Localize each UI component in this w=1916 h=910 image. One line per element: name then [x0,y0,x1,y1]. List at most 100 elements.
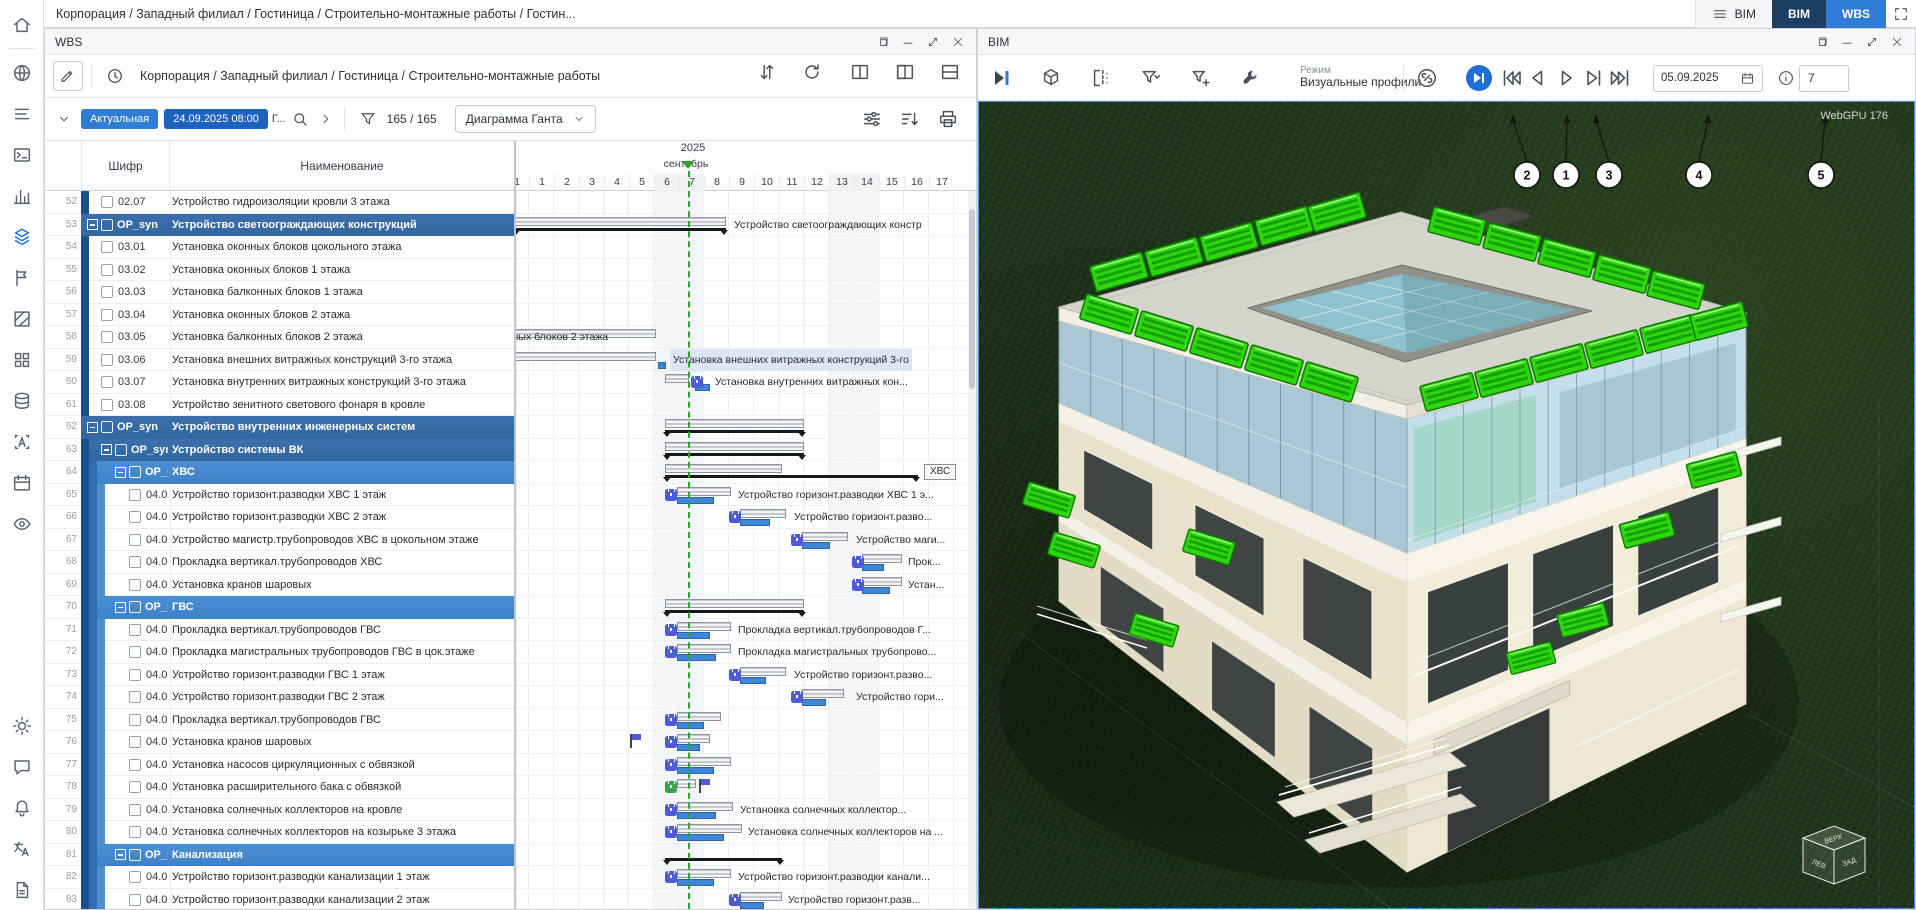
wbs-task-row[interactable]: 7704.0Установка насосов циркуляционных с… [45,754,514,777]
days-count-field[interactable]: 7 [1799,55,1849,101]
timestamp-badge[interactable]: 24.09.2025 08:00 [164,109,268,129]
gantt-summary-bar[interactable] [665,430,804,433]
row-checkbox[interactable] [129,894,141,906]
sidebar-item-hatch[interactable] [5,302,39,336]
play-button[interactable] [1554,55,1578,101]
gantt-baseline-bar[interactable] [677,757,731,766]
gantt-progress-bar[interactable] [677,879,714,886]
collapse-toggle[interactable] [115,602,126,613]
gantt-baseline-bar[interactable] [677,869,731,878]
row-checkbox[interactable] [129,646,141,658]
wbs-task-row[interactable]: 5603.03Установка балконных блоков 1 этаж… [45,281,514,304]
collapse-toggle[interactable] [87,219,98,230]
wbs-group-row[interactable]: 81ОР_synКанализация [45,844,514,867]
gantt-baseline-bar[interactable] [802,532,848,541]
row-checkbox[interactable] [101,376,113,388]
row-checkbox[interactable] [129,826,141,838]
gantt-baseline-bar[interactable] [677,779,696,788]
tools-button[interactable] [1236,63,1266,93]
gantt-baseline-bar[interactable] [862,554,902,563]
gantt-baseline-bar[interactable] [740,892,782,901]
wbs-task-row[interactable]: 6103.08Устройство зенитного светового фо… [45,394,514,417]
collapse-toggle[interactable] [87,422,98,433]
row-checkbox[interactable] [101,241,113,253]
row-checkbox[interactable] [129,489,141,501]
gantt-summary-bar[interactable] [665,858,782,861]
gantt-baseline-bar[interactable] [665,419,804,428]
version-badge[interactable]: Актуальная [81,109,158,129]
row-checkbox[interactable] [129,736,141,748]
row-checkbox[interactable] [101,196,113,208]
gantt-baseline-bar[interactable] [677,802,733,811]
sidebar-item-texta[interactable] [5,425,39,459]
tab-wbs[interactable]: WBS [1826,0,1886,28]
expand-right-button[interactable] [316,104,336,134]
row-checkbox[interactable] [129,579,141,591]
row-checkbox[interactable] [129,691,141,703]
sidebar-item-calendar[interactable] [5,466,39,500]
row-checkbox[interactable] [101,399,113,411]
column-header-code[interactable]: Шифр [81,141,170,191]
tab-bim[interactable]: BIM [1772,0,1826,28]
sidebar-item-eye[interactable] [5,507,39,541]
wbs-task-row[interactable]: 7504.0Прокладка вертикал.трубопроводов Г… [45,709,514,732]
wbs-task-row[interactable]: 7204.0Прокладка магистральных трубопрово… [45,641,514,664]
model-button[interactable] [1036,63,1066,93]
gantt-progress-bar[interactable] [862,564,884,571]
gantt-summary-bar[interactable] [665,453,804,456]
sidebar-item-layers[interactable] [5,220,39,254]
wbs-task-row[interactable]: 7404.0Устройство горизонт.разводки ГВС 2… [45,686,514,709]
refresh-button[interactable] [801,61,823,83]
wbs-task-row[interactable]: 7604.0Установка кранов шаровых [45,731,514,754]
bim-maximize-button[interactable] [1864,34,1880,50]
row-checkbox[interactable] [101,309,113,321]
gantt-baseline-bar[interactable] [514,217,726,226]
section-box-button[interactable] [1086,63,1116,93]
step-forward-button[interactable] [1581,55,1605,101]
wbs-task-row[interactable]: 8204.0Устройство горизонт.разводки канал… [45,866,514,889]
row-checkbox[interactable] [101,354,113,366]
fullscreen-button[interactable] [1886,0,1916,28]
wbs-task-row[interactable]: 6904.0Установка кранов шаровых [45,574,514,597]
collapse-toggle[interactable] [115,849,126,860]
wbs-task-row[interactable]: 6704.0Устройство магистр.трубопроводов Х… [45,529,514,552]
gantt-baseline-bar[interactable] [677,644,731,653]
version-expand-button[interactable] [53,104,75,134]
wbs-task-row[interactable]: 5202.07Устройство гидроизоляции кровли 3… [45,191,514,214]
edit-button[interactable] [53,61,83,91]
gantt-summary-bar[interactable] [665,610,804,613]
row-checkbox[interactable] [129,534,141,546]
gantt-baseline-bar[interactable] [740,509,786,518]
gantt-summary-bar[interactable] [665,475,918,478]
gantt-area[interactable]: 2025 сентябрь 11234567891011121314151617… [514,141,976,909]
wbs-group-row[interactable]: 70ОР_synГВС [45,596,514,619]
wbs-task-row[interactable]: 7104.0Прокладка вертикал.трубопроводов Г… [45,619,514,642]
gantt-summary-bar[interactable] [514,228,726,231]
wbs-task-row[interactable]: 7304.0Устройство горизонт.разводки ГВС 1… [45,664,514,687]
wbs-task-row[interactable]: 6504.0Устройство горизонт.разводки ХВС 1… [45,484,514,507]
row-checkbox[interactable] [129,849,141,861]
gantt-baseline-bar[interactable] [677,487,731,496]
row-checkbox[interactable] [129,669,141,681]
row-checkbox[interactable] [129,804,141,816]
gantt-progress-bar[interactable] [677,834,724,841]
gantt-progress-bar[interactable] [677,497,714,504]
sidebar-item-bell[interactable] [5,791,39,825]
gantt-progress-bar[interactable] [802,542,830,549]
gantt-progress-bar[interactable] [740,902,764,909]
gantt-baseline-bar[interactable] [514,352,656,361]
wbs-task-row[interactable]: 5803.05Установка балконных блоков 2 этаж… [45,326,514,349]
link-selection-button[interactable] [1416,55,1438,101]
sidebar-item-db[interactable] [5,384,39,418]
sidebar-item-file[interactable] [5,873,39,907]
row-checkbox[interactable] [129,759,141,771]
gantt-progress-bar[interactable] [677,654,716,661]
wbs-task-row[interactable]: 5503.02Установка оконных блоков 1 этажа [45,259,514,282]
display-settings-button[interactable] [861,108,883,130]
print-button[interactable] [937,108,959,130]
date-field[interactable]: 05.09.2025 [1653,55,1763,101]
row-checkbox[interactable] [129,601,141,613]
bim-restore-button[interactable] [1814,34,1830,50]
wbs-task-row[interactable]: 5403.01Установка оконных блоков цокольно… [45,236,514,259]
wbs-task-row[interactable]: 7904.0Установка солнечных коллекторов на… [45,799,514,822]
